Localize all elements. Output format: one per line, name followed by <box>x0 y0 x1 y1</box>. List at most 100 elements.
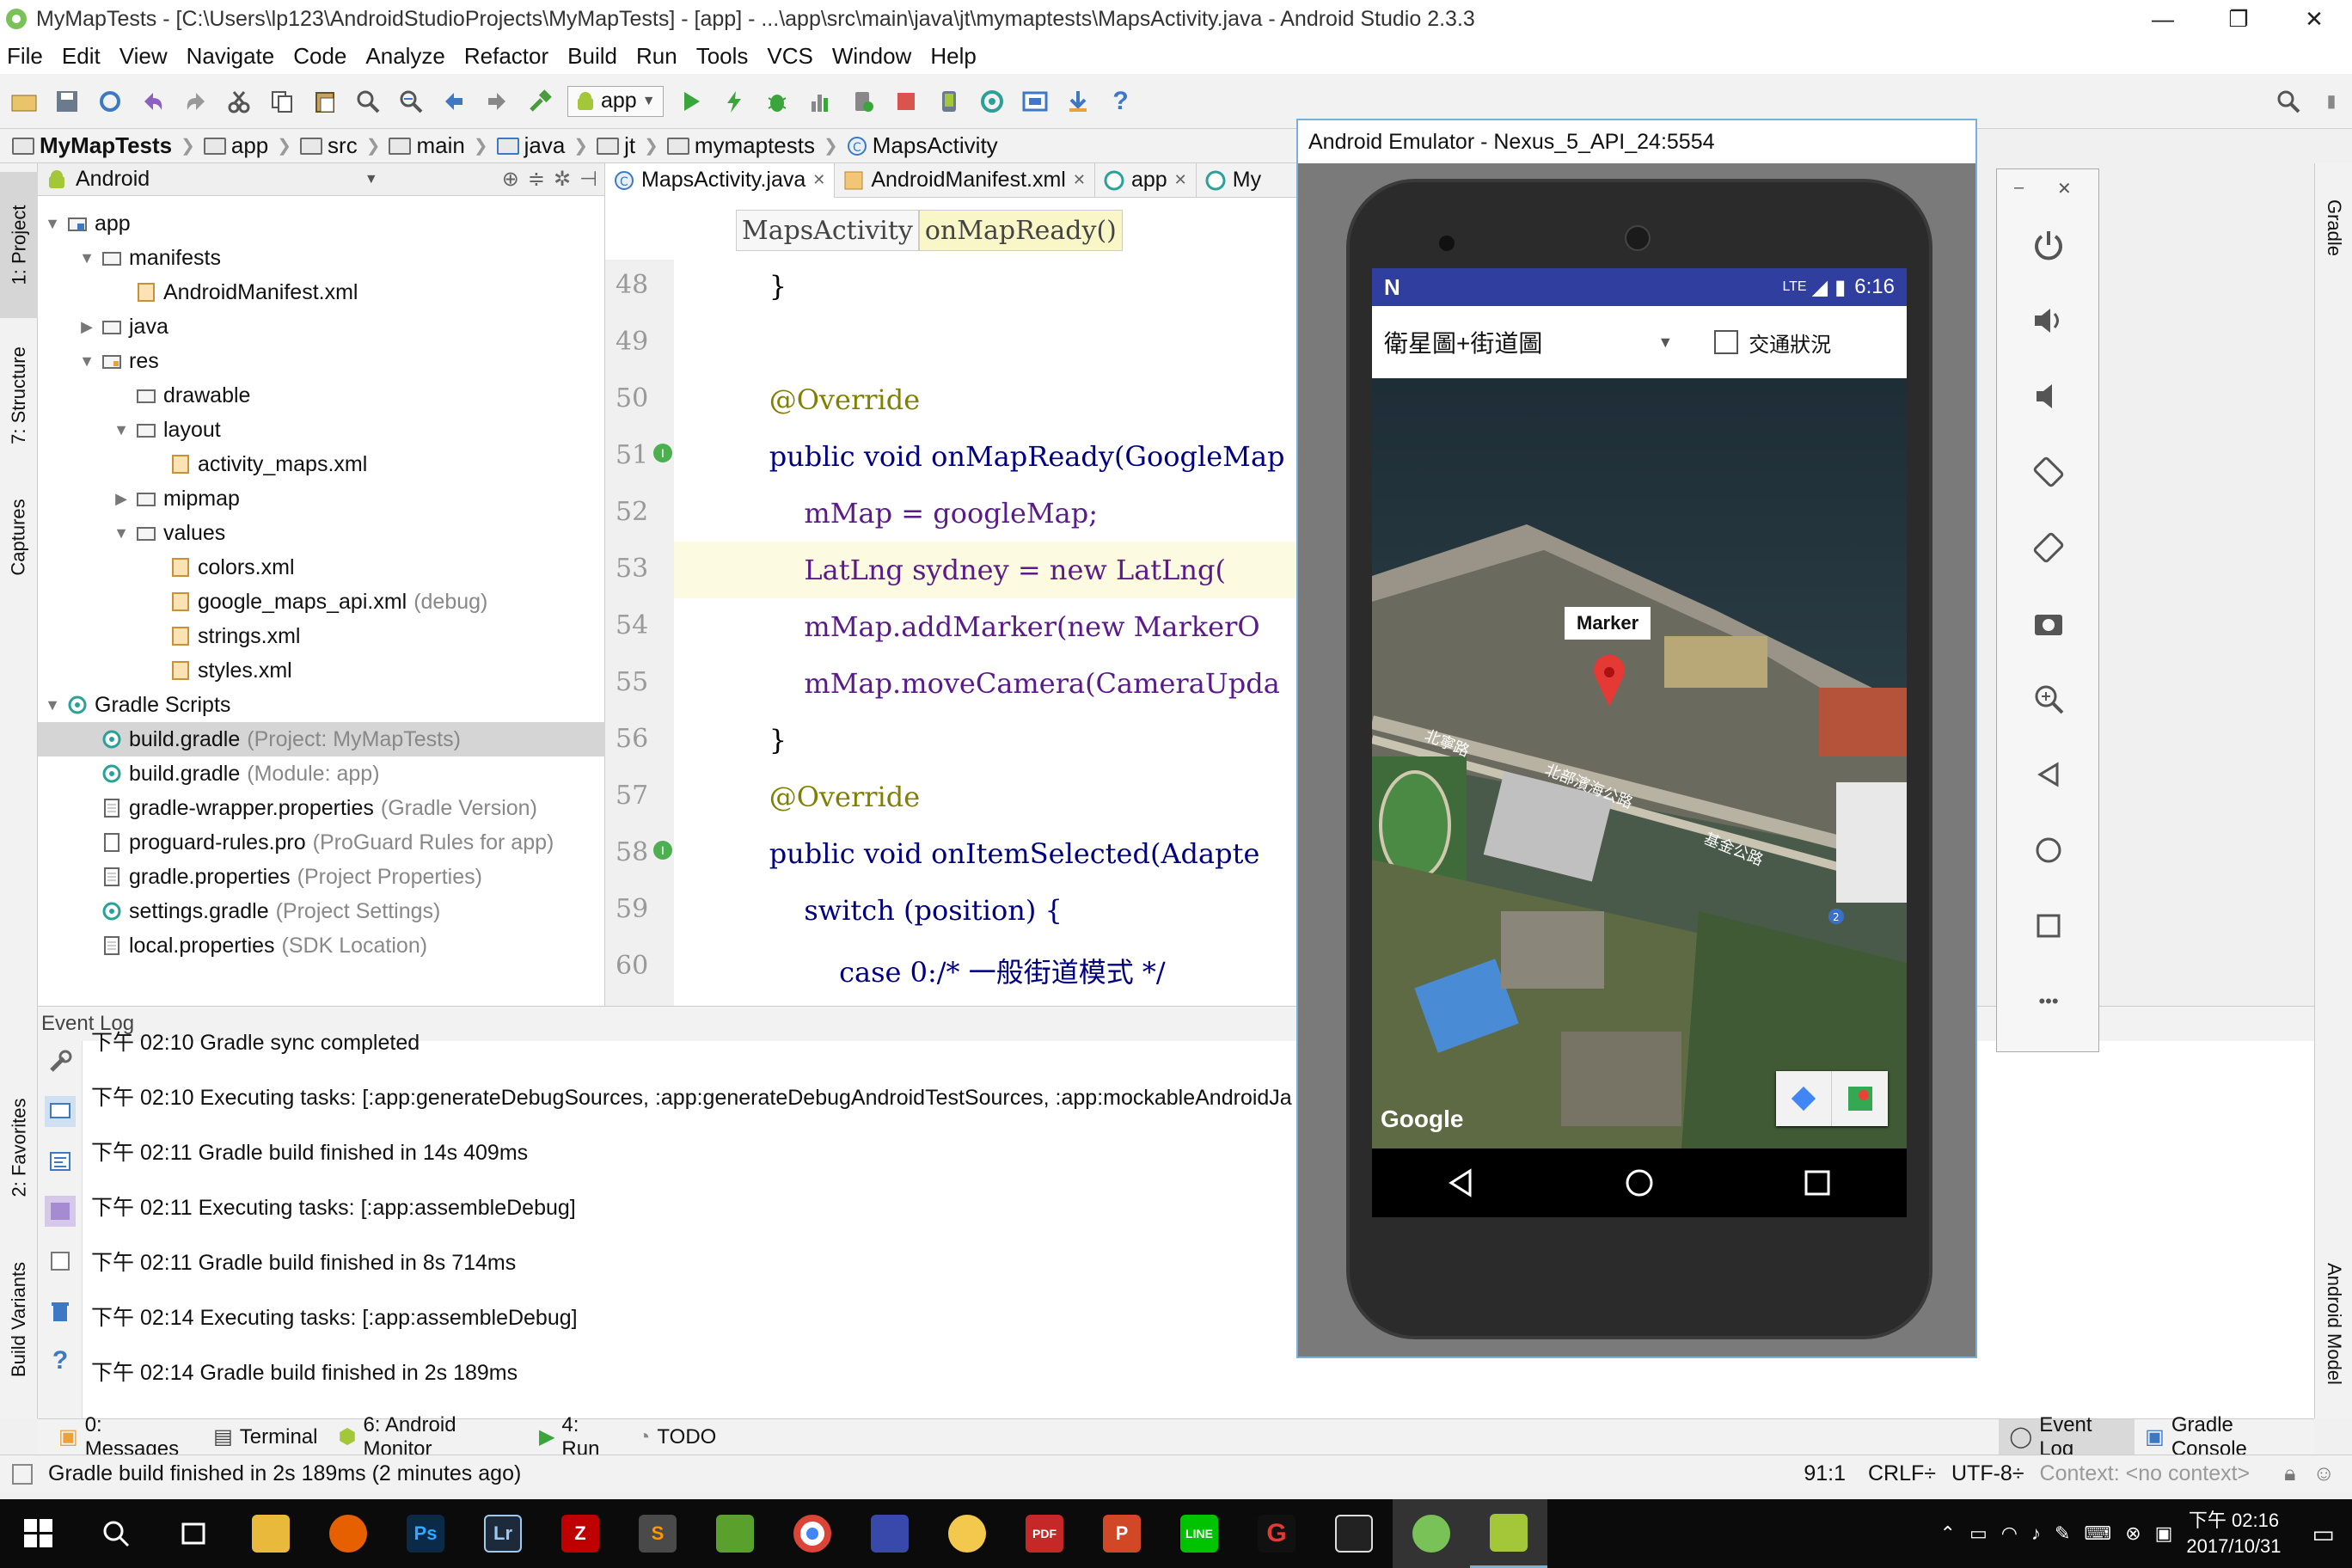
menu-refactor[interactable]: Refactor <box>464 43 548 70</box>
tab-mymaptests-gradle[interactable]: My <box>1197 163 1270 198</box>
tab-mapsactivity[interactable]: C MapsActivity.java ✕ <box>605 162 836 198</box>
tab-terminal[interactable]: ▤ Terminal <box>203 1419 328 1455</box>
search-everywhere-icon[interactable] <box>2273 86 2304 117</box>
gear-icon[interactable]: ✲ <box>554 167 571 192</box>
expand-arrow-icon[interactable]: ▼ <box>79 352 95 371</box>
close-button[interactable]: ✕ <box>2276 0 2352 38</box>
image-viewer-icon[interactable] <box>696 1499 774 1568</box>
tree-item[interactable]: build.gradle (Project: MyMapTests) <box>38 722 605 756</box>
chevron-up-icon[interactable]: ⌃ <box>1940 1522 1956 1545</box>
menu-vcs[interactable]: VCS <box>767 43 812 70</box>
browser-icon[interactable]: G <box>1238 1499 1315 1568</box>
search-icon[interactable] <box>77 1499 155 1568</box>
expand-arrow-icon[interactable]: ▼ <box>45 696 60 714</box>
project-structure-icon[interactable] <box>1020 86 1050 117</box>
video-icon[interactable] <box>1315 1499 1393 1568</box>
forward-icon[interactable] <box>481 86 512 117</box>
expand-arrow-icon[interactable]: ▼ <box>113 524 129 542</box>
tree-item[interactable]: ▶ java <box>79 309 168 344</box>
scroll-from-source-icon[interactable]: ⊕ <box>502 167 519 192</box>
rotate-left-icon[interactable] <box>2023 446 2074 498</box>
volume-icon[interactable]: ♪ <box>2031 1522 2041 1545</box>
tree-item[interactable]: local.properties (SDK Location) <box>79 928 427 963</box>
task-view-icon[interactable] <box>155 1499 232 1568</box>
print-icon[interactable] <box>45 1246 76 1277</box>
menu-edit[interactable]: Edit <box>62 43 101 70</box>
tree-item[interactable]: activity_maps.xml <box>148 447 367 481</box>
overview-icon[interactable] <box>2023 900 2074 952</box>
implements-marker-icon[interactable]: I <box>653 444 672 462</box>
clock[interactable]: 下午 02:16 2017/10/31 <box>2186 1508 2281 1559</box>
tree-item[interactable]: proguard-rules.pro (ProGuard Rules for ap… <box>79 825 554 860</box>
sdk-manager-icon[interactable] <box>1063 86 1093 117</box>
close-tab-icon[interactable]: ✕ <box>812 171 825 189</box>
wifi-icon[interactable]: ◠ <box>2001 1522 2018 1545</box>
screenshot-icon[interactable] <box>2023 597 2074 649</box>
keyboard-icon[interactable]: ⌨ <box>2084 1522 2111 1545</box>
toggle-tool-windows-icon[interactable] <box>12 1463 33 1485</box>
settings-icon[interactable] <box>45 1046 76 1077</box>
more-icon[interactable]: ••• <box>2023 976 2074 1027</box>
volume-down-icon[interactable] <box>2023 371 2074 422</box>
mark-read-icon[interactable] <box>45 1096 76 1127</box>
undo-icon[interactable] <box>138 86 168 117</box>
help-icon[interactable]: ? <box>1106 86 1136 117</box>
tab-captures[interactable]: Captures <box>0 481 38 593</box>
tree-item[interactable]: AndroidManifest.xml <box>113 275 358 309</box>
make-project-icon[interactable] <box>524 86 555 117</box>
collapse-arrow-icon[interactable]: ▶ <box>79 318 95 336</box>
crumb-class[interactable]: MapsActivity <box>736 210 919 251</box>
tab-run[interactable]: ▶ 4: Run <box>529 1413 628 1461</box>
breadcrumb-item[interactable]: mymaptests <box>666 132 815 159</box>
menu-navigate[interactable]: Navigate <box>187 43 275 70</box>
menu-help[interactable]: Help <box>930 43 976 70</box>
implements-marker-icon[interactable]: I <box>653 841 672 860</box>
expand-arrow-icon[interactable]: ▼ <box>79 249 95 267</box>
tree-item[interactable]: colors.xml <box>148 550 295 585</box>
breadcrumb-item[interactable]: java <box>496 132 565 159</box>
close-button[interactable]: ✕ <box>2057 178 2072 199</box>
phone-screen[interactable]: N LTE ◢ ▮ 6:16 衛星圖+街道圖 ▼ 交通狀況 2 北寧路 北部濱海… <box>1372 268 1907 1217</box>
sublime-icon[interactable]: S <box>619 1499 696 1568</box>
debug-icon[interactable] <box>762 86 793 117</box>
expand-arrow-icon[interactable]: ▼ <box>113 421 129 439</box>
breadcrumb-item[interactable]: C MapsActivity <box>847 132 998 159</box>
tree-item[interactable]: ▶ mipmap <box>113 481 240 516</box>
lock-icon[interactable]: 🔒︎ <box>2284 1461 2295 1486</box>
help-icon[interactable]: ? <box>45 1345 76 1376</box>
caret-position[interactable]: 91:1 <box>1804 1461 1846 1486</box>
cut-icon[interactable] <box>224 86 254 117</box>
tree-item[interactable]: strings.xml <box>148 619 300 653</box>
zoom-icon[interactable] <box>2023 673 2074 725</box>
paste-icon[interactable] <box>309 86 340 117</box>
run-icon[interactable] <box>676 86 707 117</box>
network-tool-icon[interactable] <box>851 1499 928 1568</box>
close-tab-icon[interactable]: ✕ <box>1174 171 1187 189</box>
menu-run[interactable]: Run <box>636 43 677 70</box>
tree-item[interactable]: ▼ manifests <box>79 241 221 275</box>
tab-android-model[interactable]: Android Model <box>2315 1238 2352 1410</box>
map-marker-icon[interactable] <box>1592 655 1626 708</box>
tab-gradle[interactable]: Gradle <box>2315 181 2352 275</box>
collapse-all-icon[interactable]: ≑ <box>528 167 545 192</box>
tree-item[interactable]: ▼ app <box>45 206 131 241</box>
rotate-right-icon[interactable] <box>2023 522 2074 573</box>
back-icon[interactable] <box>1446 1167 1477 1198</box>
tab-todo[interactable]: ◔ TODO <box>628 1419 726 1455</box>
back-icon[interactable] <box>438 86 469 117</box>
duck-icon[interactable] <box>928 1499 1006 1568</box>
line-icon[interactable]: LINE <box>1161 1499 1238 1568</box>
notification-icon[interactable]: ▭ <box>2312 1520 2335 1548</box>
file-encoding[interactable]: UTF-8÷ <box>1951 1461 2024 1486</box>
directions-icon[interactable] <box>1776 1071 1832 1126</box>
sync-icon[interactable] <box>95 86 126 117</box>
menu-code[interactable]: Code <box>293 43 346 70</box>
menu-file[interactable]: File <box>7 43 43 70</box>
inspector-icon[interactable]: ☺ <box>2312 1461 2335 1486</box>
soft-wrap-icon[interactable] <box>45 1146 76 1177</box>
collapse-arrow-icon[interactable]: ▶ <box>113 490 129 508</box>
tree-item[interactable]: ▼ layout <box>113 413 221 447</box>
menu-view[interactable]: View <box>119 43 168 70</box>
tab-project[interactable]: 1: Project <box>0 172 38 318</box>
apply-changes-icon[interactable] <box>719 86 750 117</box>
